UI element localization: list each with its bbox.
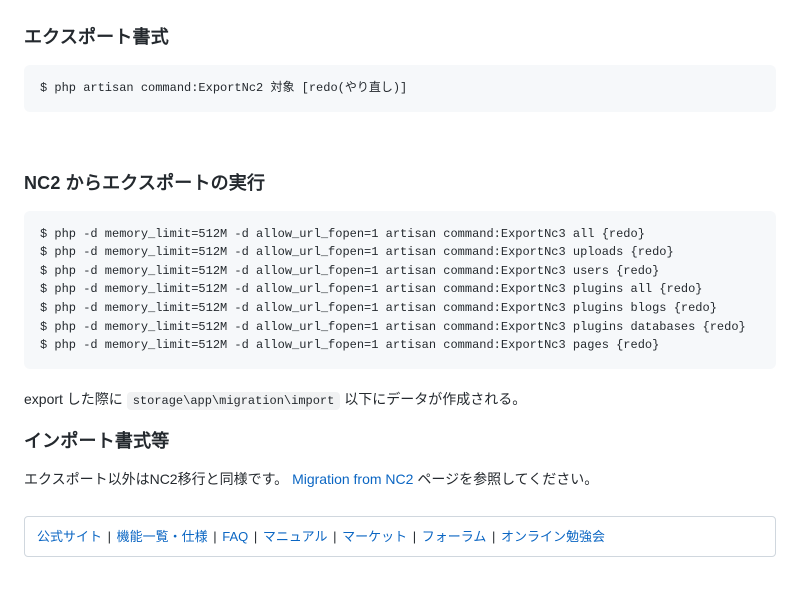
footer-link-official[interactable]: 公式サイト	[37, 529, 102, 544]
footer-link-market[interactable]: マーケット	[342, 529, 407, 544]
footer-sep: |	[409, 529, 420, 544]
footer-link-online-study[interactable]: オンライン勉強会	[501, 529, 605, 544]
export-note-before: export した際に	[24, 391, 127, 407]
footer-link-forum[interactable]: フォーラム	[422, 529, 487, 544]
import-text-after: ページを参照してください。	[417, 471, 598, 487]
export-path-code: storage\app\migration\import	[127, 392, 341, 410]
footer-link-features[interactable]: 機能一覧・仕様	[117, 529, 208, 544]
footer-sep: |	[488, 529, 499, 544]
export-note: export した際に storage\app\migration\import…	[24, 389, 776, 410]
footer-sep: |	[210, 529, 221, 544]
import-paragraph: エクスポート以外はNC2移行と同様です。 Migration from NC2 …	[24, 469, 776, 490]
heading-nc2-export-run: NC2 からエクスポートの実行	[24, 170, 776, 197]
footer-sep: |	[330, 529, 341, 544]
footer-link-manual[interactable]: マニュアル	[263, 529, 328, 544]
code-block-export-format: $ php artisan command:ExportNc2 対象 [redo…	[24, 65, 776, 112]
heading-export-format: エクスポート書式	[24, 24, 776, 51]
migration-link[interactable]: Migration from NC2	[292, 471, 413, 487]
export-note-after: 以下にデータが作成される。	[344, 391, 526, 407]
footer-links-box: 公式サイト | 機能一覧・仕様 | FAQ | マニュアル | マーケット | …	[24, 516, 776, 558]
footer-link-faq[interactable]: FAQ	[222, 529, 248, 544]
footer-sep: |	[104, 529, 115, 544]
footer-sep: |	[250, 529, 261, 544]
import-text-before: エクスポート以外はNC2移行と同様です。	[24, 471, 292, 487]
heading-import-format: インポート書式等	[24, 428, 776, 455]
code-block-nc2-export: $ php -d memory_limit=512M -d allow_url_…	[24, 211, 776, 369]
